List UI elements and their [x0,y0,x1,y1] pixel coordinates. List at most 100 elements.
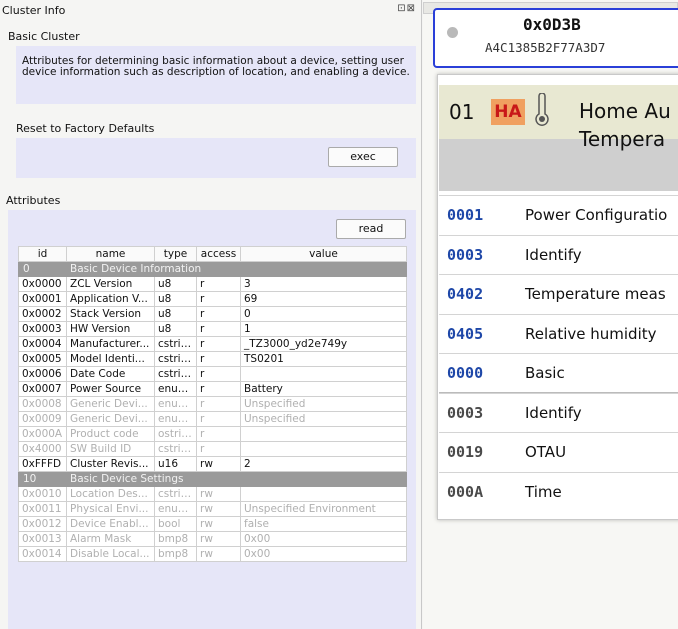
attr-value-cell: _TZ3000_yd2e749y [240,336,407,352]
attribute-row[interactable]: 0x000A Product code ostring r [18,426,407,442]
server-cluster-item[interactable]: 0405 Relative humidity [439,313,678,353]
attribute-row[interactable]: 0x0003 HW Version u8 r 1 [18,321,407,337]
attr-access-cell: rw [196,501,241,517]
cluster-name: Relative humidity [525,324,657,343]
group-name-cell: Basic Device Information [66,261,407,277]
float-close-icon[interactable]: ⊡⊠ [397,3,416,14]
attribute-row[interactable]: 0x4000 SW Build ID cstring r [18,441,407,457]
attr-name-cell: Generic Devi... [66,396,155,412]
device-name: Tempera [579,127,666,151]
attribute-row[interactable]: 0x0006 Date Code cstring r [18,366,407,382]
node-card[interactable]: 0x0D3B A4C1385B2F77A3D7 [433,8,678,68]
attributes-heading: Attributes [6,194,61,207]
attribute-row[interactable]: 0x0014 Disable Local... bmp8 rw 0x00 [18,546,407,562]
attr-value-cell [240,486,407,502]
attr-access-cell: r [196,306,241,322]
attr-name-cell: Date Code [66,366,155,382]
node-mac: A4C1385B2F77A3D7 [485,40,606,55]
attribute-row[interactable]: 0x0011 Physical Envi... enum8 rw Unspecified… [18,501,407,517]
cluster-id: 000A [447,482,484,501]
profile-name: Home Au [579,99,671,123]
attr-value-cell: 0x00 [240,546,407,562]
attr-type-cell: bmp8 [154,546,197,562]
server-cluster-item[interactable]: 0000 Basic [439,353,678,392]
table-header-row: id name type access value [18,246,407,262]
attr-type-cell: u8 [154,306,197,322]
attr-type-cell: u8 [154,291,197,307]
attribute-row[interactable]: 0x0005 Model Identi... cstring r TS0201 [18,351,407,367]
client-cluster-item[interactable]: 0019 OTAU [439,432,678,471]
attribute-row[interactable]: 0x0004 Manufacturer... cstring r _TZ3000_yd2… [18,336,407,352]
server-cluster-item[interactable]: 0402 Temperature meas [439,274,678,313]
attr-value-cell: false [240,516,407,532]
cluster-id: 0003 [447,403,484,422]
attribute-row[interactable]: 0xFFFD Cluster Revis... u16 rw 2 [18,456,407,472]
col-header-value[interactable]: value [240,246,407,262]
attr-name-cell: Generic Devi... [66,411,155,427]
server-cluster-item[interactable]: 0001 Power Configuratio [439,195,678,234]
attr-value-cell [240,441,407,457]
cluster-name: Power Configuratio [525,206,668,224]
endpoint-header: 01 HA Home Au Tempera [439,85,678,191]
attr-value-cell: Unspecified Environment [240,501,407,517]
attr-value-cell: 3 [240,276,407,292]
attr-name-cell: Product code [66,426,155,442]
attribute-row[interactable]: 0x0009 Generic Devi... enum8 r Unspecified [18,411,407,427]
client-cluster-item[interactable]: 0003 Identify [439,392,678,432]
attr-access-cell: r [196,366,241,382]
attr-name-cell: Disable Local... [66,546,155,562]
endpoint-card[interactable]: 01 HA Home Au Tempera 0001 Power Configur… [437,74,678,520]
attr-access-cell: rw [196,486,241,502]
cluster-description: Attributes for determining basic informa… [16,46,416,104]
attribute-row[interactable]: 0x0000 ZCL Version u8 r 3 [18,276,407,292]
attr-name-cell: HW Version [66,321,155,337]
attribute-row[interactable]: 0x0013 Alarm Mask bmp8 rw 0x00 [18,531,407,547]
attr-name-cell: Device Enabl... [66,516,155,532]
attribute-row[interactable]: 0x0010 Location Des... cstring rw [18,486,407,502]
server-cluster-item[interactable]: 0003 Identify [439,234,678,274]
cluster-name: OTAU [525,443,567,461]
attribute-row[interactable]: 0x0008 Generic Devi... enum8 r Unspecified [18,396,407,412]
attr-name-cell: Application V... [66,291,155,307]
node-address: 0x0D3B [523,15,581,34]
attr-id-cell: 0x0001 [18,291,67,307]
attribute-row[interactable]: 0x0001 Application V... u8 r 69 [18,291,407,307]
exec-button[interactable]: exec [328,147,398,167]
attr-type-cell: enum8 [154,396,197,412]
attr-name-cell: Cluster Revis... [66,456,155,472]
attribute-group-row[interactable]: 10 Basic Device Settings [18,471,407,487]
cluster-name: Basic [525,364,565,382]
attribute-group-row[interactable]: 0 Basic Device Information [18,261,407,277]
attr-id-cell: 0x0006 [18,366,67,382]
client-cluster-item[interactable]: 000A Time [439,471,678,511]
attr-id-cell: 0x0014 [18,546,67,562]
attr-id-cell: 0xFFFD [18,456,67,472]
node-graph-view[interactable]: 0x0D3B A4C1385B2F77A3D7 01 HA Home Au Te… [423,0,678,629]
col-header-access[interactable]: access [196,246,241,262]
attr-name-cell: ZCL Version [66,276,155,292]
attr-id-cell: 0x0009 [18,411,67,427]
attr-type-cell: u16 [154,456,197,472]
cluster-id: 0019 [447,443,484,461]
attr-type-cell: cstring [154,366,197,382]
attr-id-cell: 0x0000 [18,276,67,292]
attr-id-cell: 0x4000 [18,441,67,457]
read-button[interactable]: read [336,219,406,239]
col-header-name[interactable]: name [66,246,155,262]
attr-name-cell: Power Source [66,381,155,397]
attribute-row[interactable]: 0x0007 Power Source enum8 r Battery [18,381,407,397]
attr-id-cell: 0x0002 [18,306,67,322]
attr-type-cell: cstring [154,336,197,352]
attr-access-cell: r [196,441,241,457]
attribute-row[interactable]: 0x0012 Device Enabl... bool rw false [18,516,407,532]
attr-value-cell: 0x00 [240,531,407,547]
panel-titlebar: Cluster Info ⊡⊠ [0,2,422,18]
attr-type-cell: cstring [154,351,197,367]
attr-type-cell: enum8 [154,381,197,397]
attr-access-cell: r [196,321,241,337]
attribute-row[interactable]: 0x0002 Stack Version u8 r 0 [18,306,407,322]
col-header-type[interactable]: type [154,246,197,262]
attr-value-cell: 0 [240,306,407,322]
attr-name-cell: Physical Envi... [66,501,155,517]
col-header-id[interactable]: id [18,246,67,262]
